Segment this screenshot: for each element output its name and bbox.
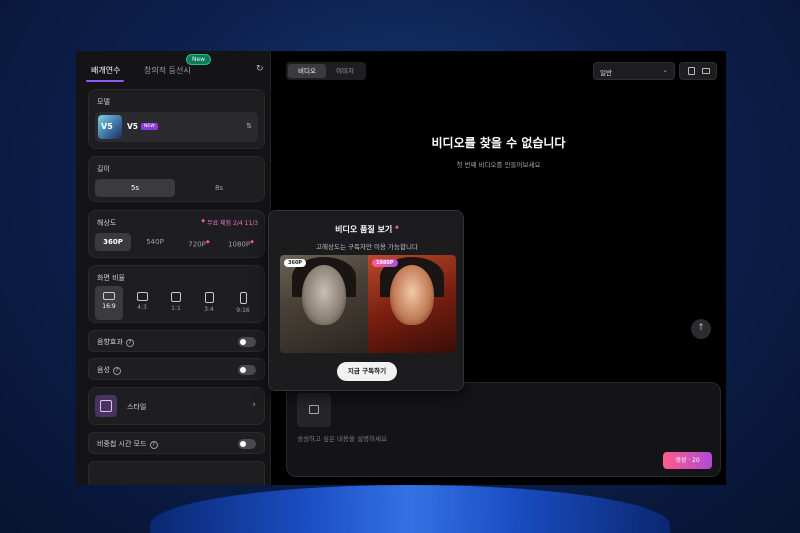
- voice-row: 음성?: [88, 358, 265, 380]
- resolution-1080p[interactable]: 1080P◆: [221, 233, 261, 251]
- high-res-badge: 1080P: [372, 259, 398, 267]
- ratio-3-4-icon: [204, 292, 214, 303]
- empty-state-subtitle: 첫 번째 비디오를 만들어보세요: [456, 161, 541, 169]
- new-badge: New: [186, 54, 212, 65]
- resolution-720p[interactable]: 720P◆: [179, 233, 219, 251]
- prompt-input[interactable]: 생성하고 싶은 내용을 설명하세요: [297, 433, 387, 443]
- ratio-1-1[interactable]: 1:1: [162, 286, 190, 320]
- sound-effect-toggle[interactable]: [238, 337, 256, 347]
- model-selector[interactable]: V5 V5 NEW ⇅: [95, 112, 258, 142]
- style-label: 스타일: [127, 403, 147, 411]
- ratio-16-9-icon: [103, 292, 115, 300]
- model-label: 모델: [97, 98, 110, 106]
- prompt-box: 생성하고 싶은 내용을 설명하세요 생성 · 20: [286, 382, 721, 477]
- length-option-5s[interactable]: 5s: [95, 179, 175, 197]
- refresh-icon[interactable]: ↻: [256, 64, 264, 74]
- subscribe-button[interactable]: 지금 구독하기: [337, 362, 397, 381]
- help-icon: ?: [125, 339, 134, 347]
- settings-panel: 배개연수 창의적 등선시 New ↻ 모델 V5 V5 NEW ⇅ 길이 5s …: [76, 51, 271, 485]
- media-tabs: 비디오 이미지: [286, 62, 366, 80]
- style-card[interactable]: 스타일 ›: [88, 387, 265, 425]
- upgrade-popup: 비디오 품질 보기 ◆ 고해상도는 구독자만 이용 가능합니다 360P 108…: [268, 210, 464, 391]
- chevron-down-icon: ⌄: [662, 66, 668, 74]
- swap-icon[interactable]: ⇅: [246, 122, 252, 130]
- low-res-badge: 360P: [284, 259, 307, 267]
- image-icon: [309, 405, 319, 414]
- resolution-360p[interactable]: 360P: [95, 233, 131, 251]
- mode-tabs: 배개연수 창의적 등선시 New ↻: [76, 51, 271, 85]
- model-name: V5: [127, 122, 139, 131]
- comparison-image-low: 360P: [280, 255, 368, 353]
- length-card: 길이 5s 8s: [88, 156, 265, 202]
- tab-video[interactable]: 비디오: [288, 64, 326, 78]
- sound-effect-row: 음향효과?: [88, 330, 265, 352]
- ratio-4-3-icon: [136, 292, 148, 301]
- chevron-right-icon: ›: [252, 400, 256, 410]
- style-icon: [95, 395, 117, 417]
- empty-state-title: 비디오를 찾을 수 없습니다: [431, 136, 566, 150]
- resolution-540p[interactable]: 540P: [135, 233, 175, 251]
- diamond-icon: ◆: [395, 224, 399, 231]
- active-tab-indicator: [86, 80, 124, 82]
- image-upload-slot[interactable]: [297, 393, 331, 427]
- length-label: 길이: [97, 165, 110, 173]
- resolution-label: 해상도: [97, 219, 117, 227]
- scroll-top-button[interactable]: ↑: [691, 319, 711, 339]
- length-option-8s[interactable]: 8s: [179, 179, 259, 197]
- voice-toggle[interactable]: [238, 365, 256, 375]
- help-icon: ?: [149, 441, 158, 449]
- sound-effect-label: 음향효과: [97, 338, 123, 346]
- layout-toggle[interactable]: [679, 62, 717, 80]
- non-overlap-toggle[interactable]: [238, 439, 256, 449]
- diamond-icon: ◆: [205, 239, 210, 245]
- tab-mode-1[interactable]: 배개연수: [91, 65, 120, 76]
- diamond-icon: ◆: [250, 239, 254, 245]
- bottom-partial-row: [88, 461, 265, 485]
- ratio-card: 화면 비율 16:9 4:3 1:1 3:4 9:16: [88, 265, 265, 323]
- grid-view-icon: [688, 67, 695, 75]
- ratio-9-16[interactable]: 9:16: [229, 286, 257, 320]
- free-trial-label: ◆ 무료 체험 2/4 11/3: [201, 218, 258, 227]
- ratio-3-4[interactable]: 3:4: [195, 286, 223, 320]
- ratio-label: 화면 비율: [97, 274, 125, 282]
- non-overlap-label: 비중첩 시간 모드: [97, 440, 147, 448]
- voice-label: 음성: [97, 366, 110, 374]
- diamond-icon: ◆: [201, 218, 206, 224]
- non-overlap-row: 비중첩 시간 모드?: [88, 432, 265, 454]
- popup-title: 비디오 품질 보기 ◆: [335, 224, 399, 234]
- list-view-icon: [702, 68, 710, 74]
- model-card: 모델 V5 V5 NEW ⇅: [88, 89, 265, 149]
- filter-dropdown[interactable]: 일반 ⌄: [593, 62, 675, 80]
- comparison-image-high: 1080P: [368, 255, 456, 353]
- tab-image[interactable]: 이미지: [326, 64, 364, 78]
- model-new-badge: NEW: [141, 123, 158, 130]
- ratio-9-16-icon: [239, 292, 247, 304]
- ratio-16-9[interactable]: 16:9: [95, 286, 123, 320]
- resolution-card: 해상도 ◆ 무료 체험 2/4 11/3 360P 540P 720P◆ 108…: [88, 210, 265, 258]
- filter-value: 일반: [600, 69, 612, 77]
- ratio-1-1-icon: [171, 292, 181, 302]
- generate-button[interactable]: 생성 · 20: [663, 452, 712, 469]
- model-thumbnail: V5: [98, 115, 122, 139]
- ratio-4-3[interactable]: 4:3: [128, 286, 156, 320]
- tab-mode-2[interactable]: 창의적 등선시: [144, 65, 191, 76]
- popup-subtitle: 고해상도는 구독자만 이용 가능합니다: [316, 243, 418, 251]
- help-icon: ?: [112, 367, 121, 375]
